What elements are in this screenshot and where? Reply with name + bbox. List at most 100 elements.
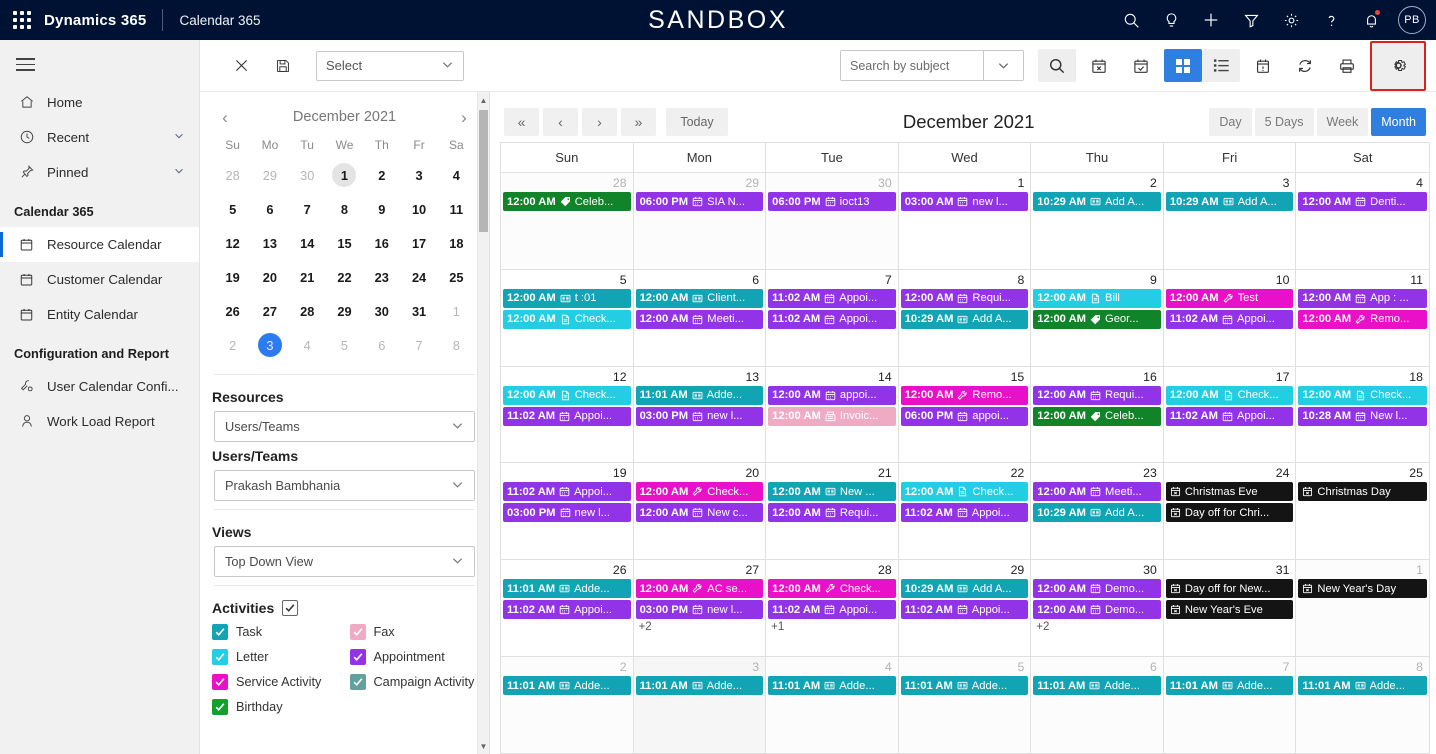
calendar-event[interactable]: 12:00 AMCheck... <box>1298 386 1427 405</box>
calendar-event[interactable]: 10:29 AMAdd A... <box>1033 192 1161 211</box>
day-number[interactable]: 3 <box>636 659 764 676</box>
calendar-event[interactable]: 10:29 AMAdd A... <box>901 579 1029 598</box>
calendar-event[interactable]: 12:00 AMRemo... <box>1298 310 1427 329</box>
calendar-day-cell[interactable]: 2712:00 AMAC se...03:00 PMnew l...+2 <box>634 560 767 656</box>
lightbulb-icon[interactable] <box>1154 0 1188 40</box>
calendar-day-cell[interactable]: 2910:29 AMAdd A...11:02 AMAppoi... <box>899 560 1032 656</box>
calendar-day-cell[interactable]: 25Christmas Day <box>1296 463 1429 559</box>
day-number[interactable]: 17 <box>1166 369 1294 386</box>
day-number[interactable]: 6 <box>636 272 764 289</box>
calendar-event[interactable]: New Year's Day <box>1298 579 1427 598</box>
grid-view-icon[interactable] <box>1164 49 1202 82</box>
calendar-day-cell[interactable]: 2312:00 AMMeeti...10:29 AMAdd A... <box>1031 463 1164 559</box>
calendar-event[interactable]: 12:00 AMDenti... <box>1298 192 1427 211</box>
calendar-event[interactable]: 11:02 AMAppoi... <box>503 600 631 619</box>
calendar-event[interactable]: 06:00 PMSIA N... <box>636 192 764 211</box>
calendar-day-cell[interactable]: 2812:00 AMCheck...11:02 AMAppoi...+1 <box>766 560 899 656</box>
calendar-event[interactable]: 12:00 AMCeleb... <box>1033 407 1161 426</box>
calendar-event[interactable]: 12:00 AMTest <box>1166 289 1294 308</box>
calendar-day-cell[interactable]: 24Christmas EveDay off for Chri... <box>1164 463 1297 559</box>
calendar-day-cell[interactable]: 1311:01 AMAdde...03:00 PMnew l... <box>634 367 767 463</box>
activity-checkbox[interactable] <box>212 674 228 690</box>
filter-icon[interactable] <box>1234 0 1268 40</box>
day-number[interactable]: 6 <box>1033 659 1161 676</box>
calendar-day-cell[interactable]: 1012:00 AMTest11:02 AMAppoi... <box>1164 270 1297 366</box>
calendar-event[interactable]: 12:00 AMCeleb... <box>503 192 631 211</box>
sidebar-item-resource-calendar[interactable]: Resource Calendar <box>0 227 199 262</box>
day-number[interactable]: 21 <box>768 465 896 482</box>
sidebar-item-recent[interactable]: Recent <box>0 120 199 155</box>
calendar-event[interactable]: New Year's Eve <box>1166 600 1294 619</box>
calendar-day-cell[interactable]: 2812:00 AMCeleb... <box>501 173 634 269</box>
plus-icon[interactable] <box>1194 0 1228 40</box>
nav-next-button[interactable]: › <box>582 108 617 136</box>
calendar-day-cell[interactable]: 211:01 AMAdde... <box>501 657 634 753</box>
activity-filter-item[interactable]: Service Activity <box>212 674 340 691</box>
calendar-event[interactable]: 06:00 PMappoi... <box>901 407 1029 426</box>
mini-cal-prev-button[interactable]: ‹ <box>214 109 236 126</box>
day-number[interactable]: 8 <box>1298 659 1427 676</box>
calendar-event[interactable]: 12:00 AMRequi... <box>901 289 1029 308</box>
day-number[interactable]: 12 <box>503 369 631 386</box>
activity-filter-item[interactable]: Birthday <box>212 699 340 716</box>
day-number[interactable]: 10 <box>1166 272 1294 289</box>
search-icon[interactable] <box>1114 0 1148 40</box>
calendar-event[interactable]: 11:02 AMAppoi... <box>1166 407 1294 426</box>
more-events-link[interactable]: +2 <box>636 621 764 633</box>
calendar-day-cell[interactable]: 2611:01 AMAdde...11:02 AMAppoi... <box>501 560 634 656</box>
activity-checkbox[interactable] <box>350 624 366 640</box>
day-number[interactable]: 2 <box>503 659 631 676</box>
calendar-event[interactable]: 12:00 AMBill <box>1033 289 1161 308</box>
mini-cal-day[interactable]: 16 <box>363 226 400 260</box>
view-button-day[interactable]: Day <box>1209 108 1251 136</box>
calendar-event[interactable]: 12:00 AMCheck... <box>503 386 631 405</box>
mini-cal-day[interactable]: 14 <box>289 226 326 260</box>
calendar-event[interactable]: 12:00 AMCheck... <box>1166 386 1294 405</box>
scroll-down-icon[interactable]: ▼ <box>478 738 489 754</box>
sidebar-item-entity-calendar[interactable]: Entity Calendar <box>0 297 199 332</box>
avatar[interactable]: PB <box>1398 6 1426 34</box>
mini-cal-day[interactable]: 30 <box>363 294 400 328</box>
day-number[interactable]: 1 <box>1298 562 1427 579</box>
search-scope-dropdown[interactable] <box>983 51 1023 80</box>
mini-cal-day[interactable]: 19 <box>214 260 251 294</box>
bell-icon[interactable] <box>1354 0 1388 40</box>
mini-cal-day[interactable]: 10 <box>400 192 437 226</box>
calendar-day-cell[interactable]: 210:29 AMAdd A... <box>1031 173 1164 269</box>
calendar-day-cell[interactable]: 1612:00 AMRequi...12:00 AMCeleb... <box>1031 367 1164 463</box>
day-number[interactable]: 13 <box>636 369 764 386</box>
mini-cal-day[interactable]: 24 <box>400 260 437 294</box>
calendar-day-cell[interactable]: 311:01 AMAdde... <box>634 657 767 753</box>
calendar-day-cell[interactable]: 1New Year's Day <box>1296 560 1429 656</box>
mini-cal-day[interactable]: 27 <box>251 294 288 328</box>
calendar-day-cell[interactable]: 512:00 AMt :0112:00 AMCheck... <box>501 270 634 366</box>
calendar-event[interactable]: 12:00 AMt :01 <box>503 289 631 308</box>
calendar-day-cell[interactable]: 1911:02 AMAppoi...03:00 PMnew l... <box>501 463 634 559</box>
mini-cal-day[interactable]: 1 <box>438 294 475 328</box>
calendar-event[interactable]: 12:00 AMRemo... <box>901 386 1029 405</box>
mini-cal-day[interactable]: 11 <box>438 192 475 226</box>
calendar-event[interactable]: Christmas Day <box>1298 482 1427 501</box>
sidebar-item-work-load-report[interactable]: Work Load Report <box>0 404 199 439</box>
activity-checkbox[interactable] <box>212 649 228 665</box>
day-number[interactable]: 15 <box>901 369 1029 386</box>
calendar-day-cell[interactable]: 612:00 AMClient...12:00 AMMeeti... <box>634 270 767 366</box>
calendar-day-cell[interactable]: 31Day off for New...New Year's Eve <box>1164 560 1297 656</box>
mini-cal-day[interactable]: 28 <box>289 294 326 328</box>
activity-checkbox[interactable] <box>350 674 366 690</box>
calendar-day-cell[interactable]: 711:02 AMAppoi...11:02 AMAppoi... <box>766 270 899 366</box>
calendar-event[interactable]: 12:00 AMAC se... <box>636 579 764 598</box>
activity-filter-item[interactable]: Letter <box>212 649 340 666</box>
more-events-link[interactable]: +1 <box>768 621 896 633</box>
mini-cal-day[interactable]: 6 <box>363 328 400 362</box>
day-number[interactable]: 29 <box>636 175 764 192</box>
calendar-event[interactable]: 11:02 AMAppoi... <box>768 289 896 308</box>
calendar-event[interactable]: 11:02 AMAppoi... <box>768 310 896 329</box>
filter-panel-scrollbar[interactable]: ▲ ▼ <box>477 92 489 754</box>
users-teams-dropdown[interactable]: Prakash Bambhania <box>214 470 475 501</box>
mini-cal-day[interactable]: 23 <box>363 260 400 294</box>
nav-prev-button[interactable]: ‹ <box>543 108 578 136</box>
app-launcher-waffle-icon[interactable] <box>0 11 44 29</box>
calendar-event[interactable]: 11:02 AMAppoi... <box>768 600 896 619</box>
mini-cal-day[interactable]: 26 <box>214 294 251 328</box>
